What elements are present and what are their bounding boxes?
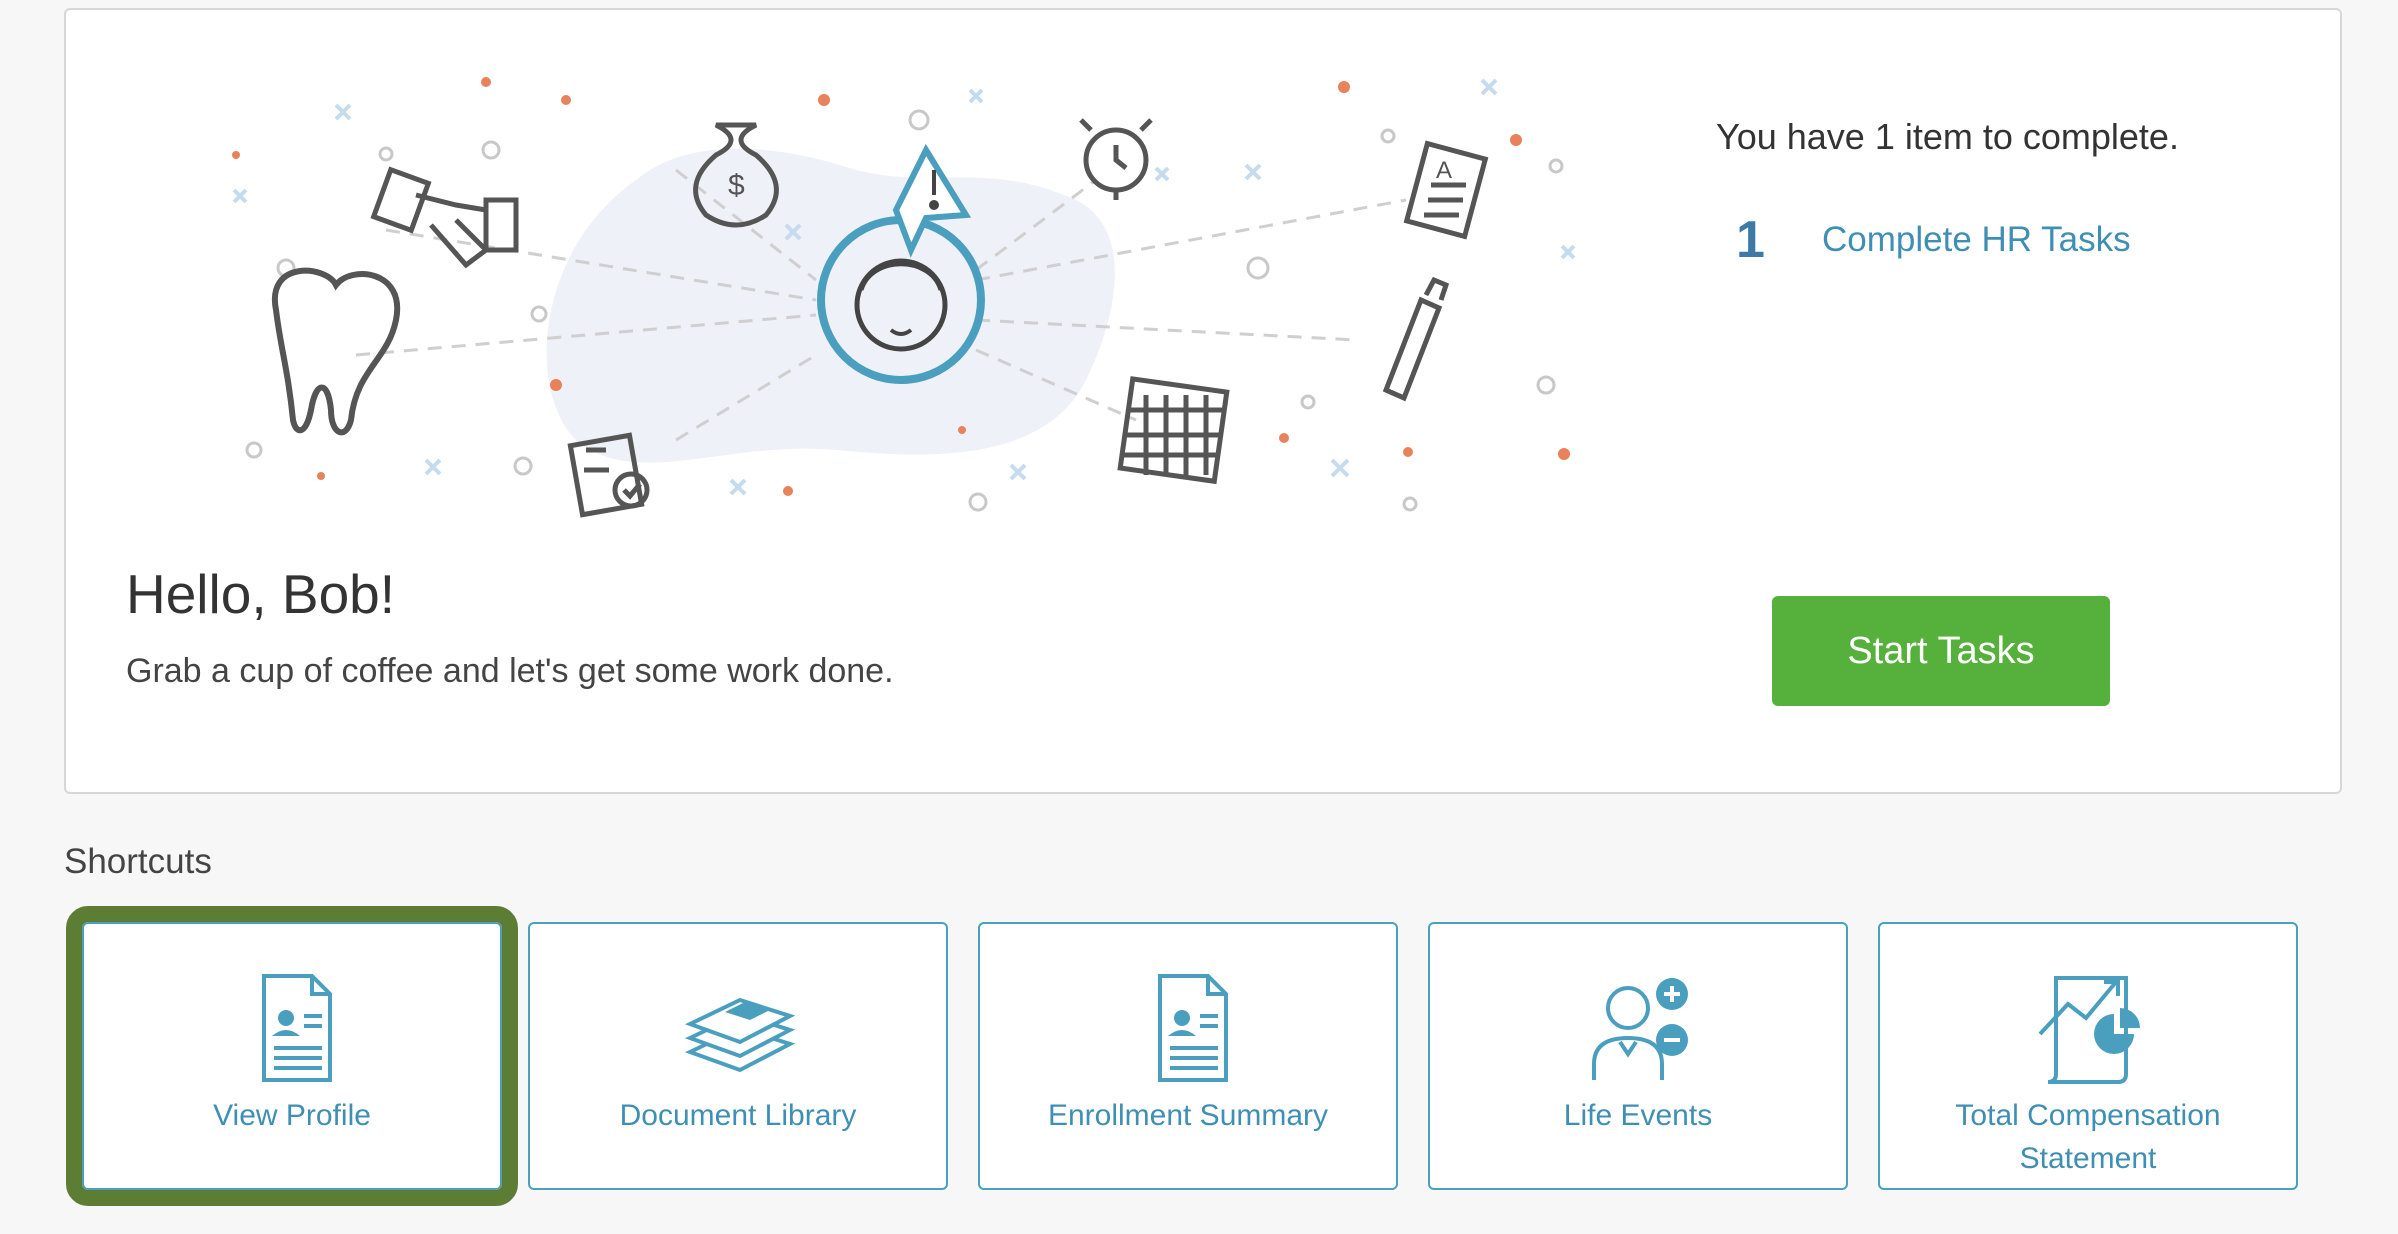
shortcut-label: Total Compensation Statement (1955, 1099, 2221, 1175)
alarm-clock-icon (1079, 118, 1153, 200)
calendar-icon (1117, 376, 1230, 485)
shortcut-label: Document Library (619, 1099, 857, 1132)
task-count: 1 (1736, 211, 1765, 269)
start-tasks-button[interactable]: Start Tasks (1772, 596, 2110, 706)
pen-icon (1382, 276, 1450, 402)
shortcuts-heading: Shortcuts (64, 842, 212, 881)
items-summary: You have 1 item to complete. (1716, 116, 2179, 157)
shortcut-label: Life Events (1563, 1099, 1713, 1132)
document-icon: A (1403, 140, 1489, 240)
handshake-icon (370, 166, 519, 269)
welcome-card: $ A Hello, Bob! Grab a cup of coffee and… (64, 8, 2342, 794)
shortcut-total-compensation[interactable]: Total Compensation Statement (1878, 922, 2298, 1190)
compensation-chart-icon (2038, 976, 2140, 1084)
shortcut-label: Enrollment Summary (1047, 1099, 1329, 1132)
books-stack-icon (684, 997, 796, 1073)
greeting-heading: Hello, Bob! (126, 563, 396, 625)
svg-text:A: A (1436, 157, 1452, 184)
greeting-subtitle: Grab a cup of coffee and let's get some … (126, 652, 894, 690)
person-plus-minus-icon (1592, 978, 1688, 1080)
shortcut-view-profile[interactable]: View Profile (66, 906, 518, 1206)
hr-illustration: $ A (232, 77, 1576, 518)
svg-text:$: $ (728, 169, 745, 202)
enrollment-document-icon (1158, 974, 1228, 1082)
illustration-blob (546, 148, 1115, 463)
shortcut-life-events[interactable]: Life Events (1428, 922, 1848, 1190)
profile-document-icon (262, 974, 332, 1082)
complete-hr-tasks-link[interactable]: Complete HR Tasks (1822, 220, 2131, 260)
shortcut-label: View Profile (213, 1099, 371, 1132)
tooth-icon (271, 267, 401, 436)
shortcut-document-library[interactable]: Document Library (528, 922, 948, 1190)
shortcut-enrollment-summary[interactable]: Enrollment Summary (978, 922, 1398, 1190)
